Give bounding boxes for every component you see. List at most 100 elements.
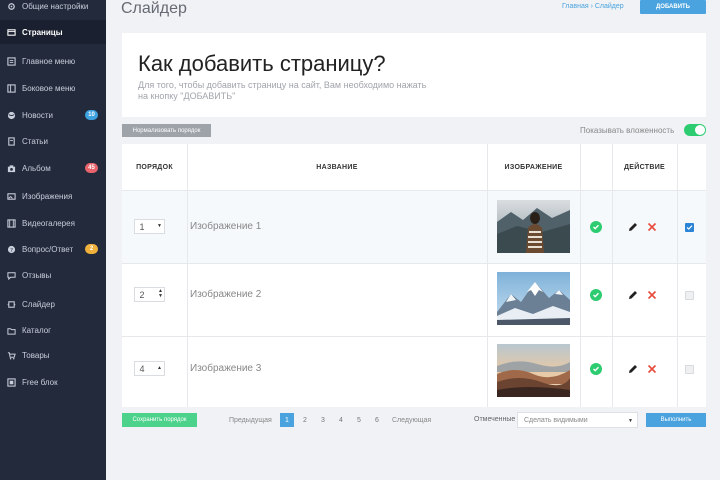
normalize-order-button[interactable]: Нормализовать порядок	[122, 124, 211, 137]
sidebar-item-label: Каталог	[22, 325, 52, 335]
article-icon	[7, 136, 16, 146]
faq-count-badge: 2	[85, 244, 98, 254]
sidebar-item-label: Слайдер	[22, 299, 55, 309]
sidebar-item-products[interactable]: Товары	[0, 343, 106, 367]
column-divider	[677, 144, 678, 407]
sidebar-item-label: Вопрос/Ответ	[22, 244, 74, 254]
page-5-button[interactable]: 5	[352, 413, 366, 427]
woman-mountains-photo[interactable]	[497, 200, 570, 253]
column-divider	[187, 144, 188, 407]
sidebar-item-label: Статьи	[22, 136, 48, 146]
sidebar-item-news[interactable]: Новости 10	[0, 103, 106, 127]
sidebar-item-label: Отзывы	[22, 270, 52, 280]
published-check-icon[interactable]	[590, 289, 602, 301]
order-arrows[interactable]: ▼	[157, 224, 162, 229]
block-icon	[7, 377, 16, 387]
news-count-badge: 10	[85, 110, 98, 120]
sidebar-item-faq[interactable]: ? Вопрос/Ответ 2	[0, 237, 106, 261]
row-name[interactable]: Изображение 2	[190, 289, 261, 300]
sidebar-item-label: Free блок	[22, 377, 58, 387]
sidebar-item-general-settings[interactable]: Общие настройки	[0, 0, 106, 18]
edit-icon[interactable]	[628, 364, 638, 374]
sidebar-item-catalog[interactable]: Каталог	[0, 318, 106, 342]
order-value: 1	[139, 221, 145, 232]
cart-icon	[7, 351, 16, 360]
snowy-mountains-photo[interactable]	[497, 272, 570, 325]
sidebar-item-video-gallery[interactable]: Видеогалерея	[0, 211, 106, 235]
sidebar-item-slider[interactable]: Слайдер	[0, 292, 106, 316]
breadcrumb-link[interactable]: Главная › Слайдер	[562, 3, 624, 10]
marked-label: Отмеченные	[474, 416, 516, 423]
row-divider	[122, 190, 706, 191]
page-4-button[interactable]: 4	[334, 413, 348, 427]
sidebar-item-articles[interactable]: Статьи	[0, 129, 106, 153]
run-button[interactable]: Выполнить	[646, 413, 706, 427]
sidebar-item-pages[interactable]: Страницы	[0, 20, 106, 44]
album-count-badge: 45	[85, 163, 98, 173]
order-value: 2	[139, 289, 145, 300]
order-arrows[interactable]: ▲▼	[158, 289, 163, 299]
row-checkbox[interactable]	[685, 291, 694, 300]
side-menu-icon	[7, 83, 16, 93]
sidebar-item-album[interactable]: Альбом 45	[0, 156, 106, 180]
bulk-action-value: Сделать видимыми	[524, 416, 588, 424]
page-1-button[interactable]: 1	[280, 413, 294, 427]
nesting-toggle[interactable]	[684, 124, 706, 136]
globe-icon	[7, 111, 16, 120]
published-check-icon[interactable]	[590, 363, 602, 375]
row-name[interactable]: Изображение 3	[190, 363, 261, 374]
sidebar-item-images[interactable]: Изображения	[0, 184, 106, 208]
page-6-button[interactable]: 6	[370, 413, 384, 427]
save-order-button[interactable]: Сохранить порядок	[122, 413, 197, 427]
sidebar-item-side-menu[interactable]: Боковое меню	[0, 76, 106, 100]
menu-icon	[7, 56, 16, 66]
row-name[interactable]: Изображение 1	[190, 221, 261, 232]
catalog-icon	[7, 326, 16, 335]
order-arrows[interactable]: ▲	[157, 366, 162, 371]
edit-icon[interactable]	[628, 290, 638, 300]
chevron-down-icon: ▼	[628, 418, 633, 424]
row-checkbox[interactable]	[685, 223, 694, 232]
breadcrumb: Главная › Слайдер	[562, 3, 624, 10]
row-checkbox[interactable]	[685, 365, 694, 374]
sidebar-item-label: Боковое меню	[22, 83, 76, 93]
page-3-button[interactable]: 3	[316, 413, 330, 427]
sidebar-item-reviews[interactable]: Отзывы	[0, 263, 106, 287]
delete-icon[interactable]	[647, 222, 657, 232]
bulk-action-select[interactable]: Сделать видимыми ▼	[517, 412, 638, 428]
order-stepper[interactable]: 4 ▲	[134, 361, 165, 376]
svg-text:?: ?	[10, 247, 13, 253]
order-stepper[interactable]: 1 ▼	[134, 219, 165, 234]
page-title: Слайдер	[121, 0, 187, 17]
desert-hills-photo[interactable]	[497, 344, 570, 397]
sidebar-item-free-block[interactable]: Free блок	[0, 370, 106, 394]
sidebar-item-label: Альбом	[22, 163, 51, 173]
edit-icon[interactable]	[628, 222, 638, 232]
delete-icon[interactable]	[647, 364, 657, 374]
intro-panel: Как добавить страницу? Для того, чтобы д…	[122, 33, 706, 117]
prev-page-link[interactable]: Предыдущая	[229, 413, 272, 427]
add-button[interactable]: ДОБАВИТЬ	[640, 0, 706, 14]
intro-heading: Как добавить страницу?	[138, 51, 386, 76]
sidebar-item-main-menu[interactable]: Главное меню	[0, 49, 106, 73]
header-name[interactable]: НАЗВАНИЕ	[187, 144, 487, 190]
order-value: 4	[139, 363, 145, 374]
question-icon: ?	[7, 245, 16, 254]
next-page-link[interactable]: Следующая	[392, 413, 431, 427]
header-order[interactable]: ПОРЯДОК	[122, 144, 187, 190]
sidebar-item-label: Новости	[22, 110, 53, 120]
sidebar-item-label: Видеогалерея	[22, 218, 75, 228]
column-divider	[612, 144, 613, 407]
gear-icon	[7, 2, 16, 11]
delete-icon[interactable]	[647, 290, 657, 300]
sidebar-item-label: Страницы	[22, 27, 63, 37]
image-icon	[7, 192, 16, 201]
slider-icon	[7, 300, 16, 309]
order-stepper[interactable]: 2 ▲▼	[134, 287, 165, 302]
header-action: ДЕЙСТВИЕ	[624, 163, 665, 171]
sidebar-item-label: Главное меню	[22, 56, 76, 66]
published-check-icon[interactable]	[590, 221, 602, 233]
nesting-label: Показывать вложенность	[580, 126, 675, 135]
sidebar: Общие настройки Страницы Главное меню Бо…	[0, 0, 106, 480]
page-2-button[interactable]: 2	[298, 413, 312, 427]
